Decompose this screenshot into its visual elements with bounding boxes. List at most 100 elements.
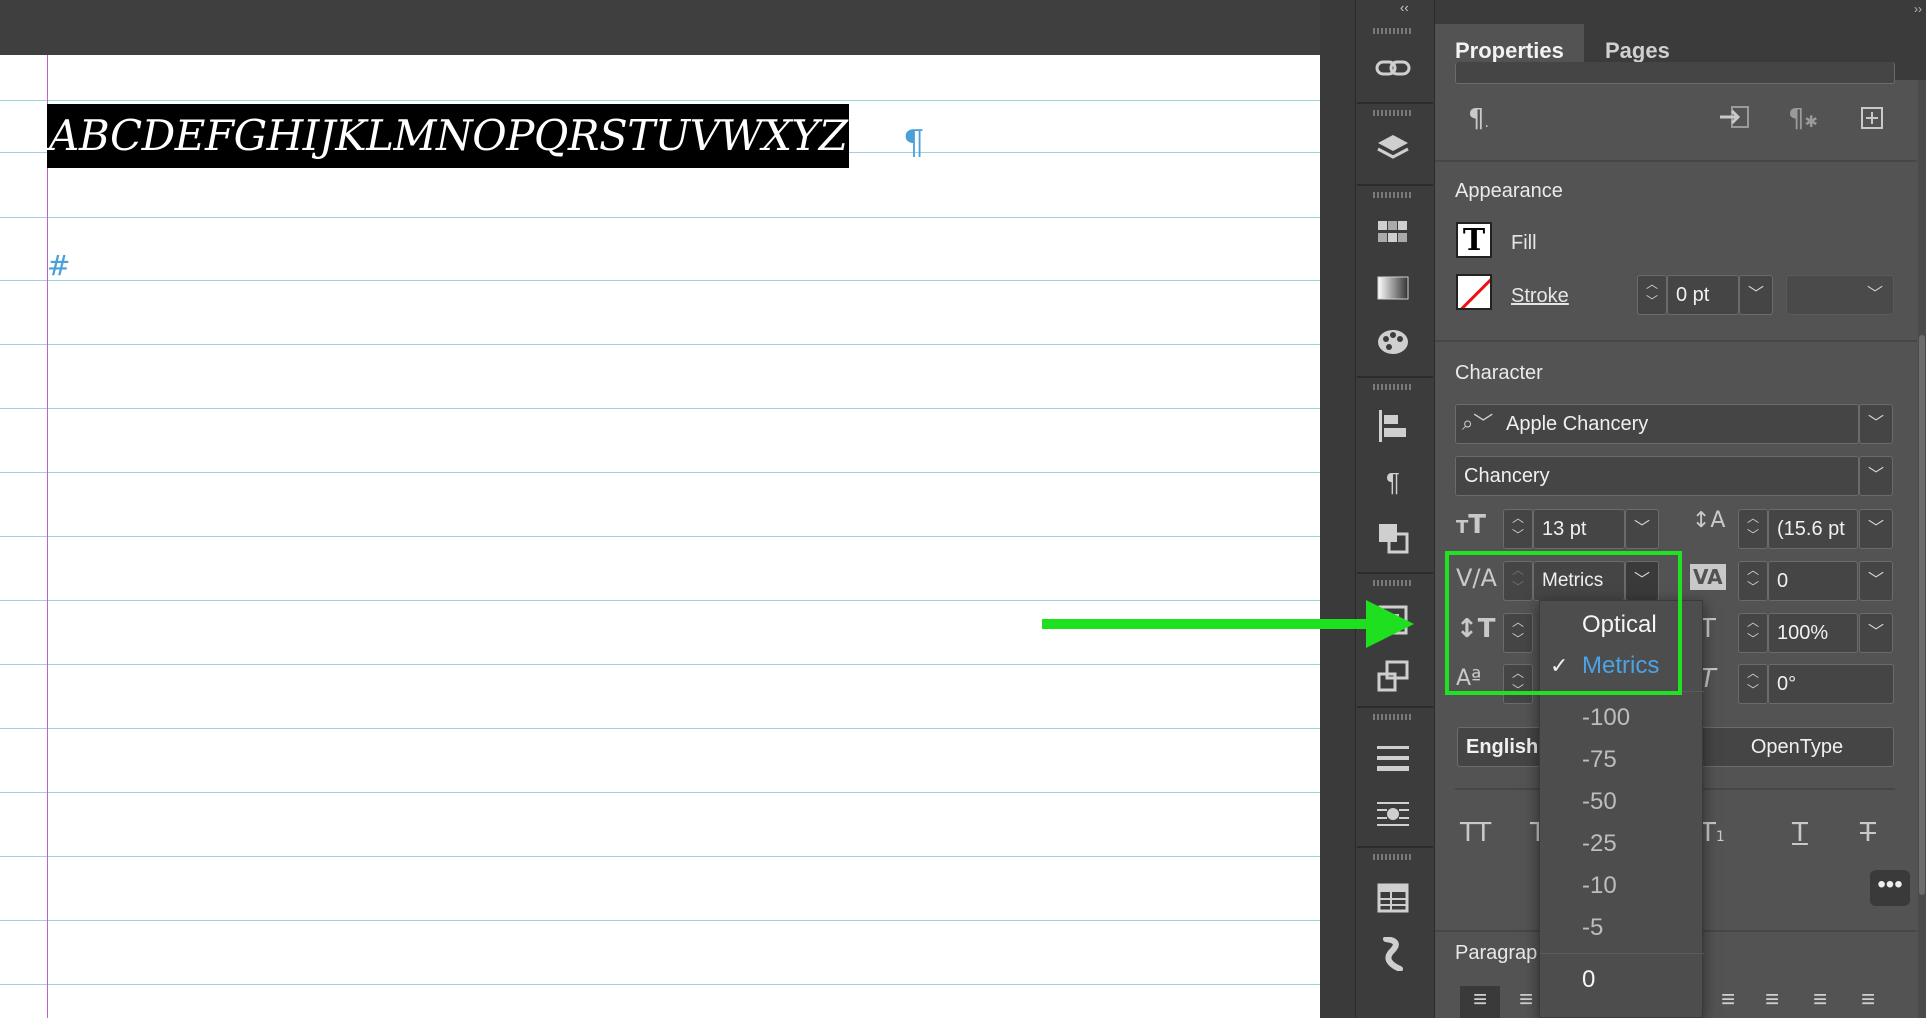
character-title: Character <box>1455 362 1543 384</box>
selected-text[interactable]: ABCDEFGHIJKLMNOPQRSTUVWXYZ <box>47 104 850 168</box>
grip-handle[interactable] <box>1373 580 1413 586</box>
pathfinder-icon[interactable] <box>1373 518 1413 558</box>
skew-stepper[interactable]: ︿ ﹀ <box>1738 664 1768 704</box>
object-styles-icon[interactable] <box>1373 656 1413 696</box>
search-icon: ⌕﹀ <box>1462 413 1494 435</box>
color-palette-icon[interactable] <box>1373 322 1413 362</box>
all-caps-icon[interactable]: TT <box>1460 818 1491 848</box>
pasteboard-edge <box>1320 0 1355 1018</box>
convert-icon[interactable] <box>1718 104 1752 139</box>
leading-icon: ↕A <box>1692 508 1726 533</box>
skew-input[interactable]: 0° <box>1768 664 1894 704</box>
stroke-label[interactable]: Stroke <box>1511 285 1569 308</box>
horizontal-scale-input[interactable]: 100% <box>1768 613 1858 653</box>
menu-item-minus-10[interactable]: -10 <box>1540 866 1704 906</box>
tracking-stepper[interactable]: ︿ ﹀ <box>1738 561 1768 601</box>
strip-divider <box>1357 184 1433 186</box>
leading-stepper[interactable]: ︿ ﹀ <box>1738 509 1768 549</box>
strip-divider <box>1357 846 1433 848</box>
paragraph-icon[interactable]: ¶ <box>1373 462 1413 502</box>
highlight-box <box>1445 551 1682 695</box>
font-family-field[interactable]: ⌕﹀ Apple Chancery <box>1455 404 1859 444</box>
tracking-input[interactable]: 0 <box>1768 561 1858 601</box>
font-size-stepper[interactable]: ︿ ﹀ <box>1503 509 1533 549</box>
script-icon[interactable] <box>1373 934 1413 974</box>
align-away-spine-icon[interactable]: ≡ <box>1848 986 1888 1018</box>
baseline-grid-line <box>0 600 1320 601</box>
fill-swatch[interactable]: T <box>1456 222 1492 258</box>
leading-dropdown[interactable]: ﹀ <box>1859 509 1893 549</box>
section-divider <box>1435 160 1917 162</box>
panel-scrollbar[interactable] <box>1918 80 1926 1018</box>
align-left-icon[interactable]: ≡ <box>1460 986 1500 1018</box>
menu-item-minus-25[interactable]: -25 <box>1540 824 1704 864</box>
tracking-dropdown[interactable]: ﹀ <box>1859 561 1893 601</box>
strip-divider <box>1357 376 1433 378</box>
font-style-field[interactable]: Chancery <box>1455 456 1859 496</box>
stroke-weight-input[interactable]: 0 pt <box>1667 275 1739 315</box>
font-size-dropdown[interactable]: ﹀ <box>1625 509 1659 549</box>
underline-icon[interactable]: T <box>1792 818 1808 848</box>
font-size-input[interactable]: 13 pt <box>1533 509 1625 549</box>
grip-handle[interactable] <box>1373 714 1413 720</box>
stroke-type-dropdown[interactable]: ﹀ <box>1786 275 1894 315</box>
paragraph-style-field[interactable] <box>1455 62 1895 84</box>
document-page[interactable]: ABCDEFGHIJKLMNOPQRSTUVWXYZ ¶ # <box>0 55 1320 1018</box>
menu-separator <box>1540 953 1704 954</box>
section-divider <box>1435 340 1917 342</box>
baseline-grid-line <box>0 920 1320 921</box>
baseline-grid-line <box>0 217 1320 218</box>
scrollbar-thumb[interactable] <box>1919 335 1925 895</box>
expand-panel-icon[interactable]: ›› <box>1914 2 1922 16</box>
swatches-icon[interactable] <box>1373 212 1413 252</box>
baseline-grid-line <box>0 856 1320 857</box>
margin-guide <box>47 55 48 1018</box>
annotation-arrow-icon <box>1366 600 1414 648</box>
grip-handle[interactable] <box>1373 854 1413 860</box>
font-style-dropdown[interactable]: ﹀ <box>1859 456 1893 496</box>
more-options-button[interactable]: ••• <box>1870 870 1910 906</box>
justify-all-icon[interactable]: ≡ <box>1708 986 1748 1018</box>
gradient-icon[interactable] <box>1373 268 1413 308</box>
clear-override-icon[interactable]: ¶✱ <box>1788 104 1818 134</box>
opentype-button[interactable]: OpenType <box>1700 727 1894 767</box>
grip-handle[interactable] <box>1373 110 1413 116</box>
paragraph-style-icon[interactable]: ¶. <box>1468 104 1489 134</box>
stroke-swatch[interactable] <box>1456 274 1492 310</box>
font-size-icon: TT <box>1456 510 1487 540</box>
layers-icon[interactable] <box>1373 128 1413 168</box>
horizontal-scale-stepper[interactable]: ︿ ﹀ <box>1738 613 1768 653</box>
justify-full-icon[interactable]: ≡ <box>1752 986 1792 1018</box>
horizontal-scale-dropdown[interactable]: ﹀ <box>1859 613 1893 653</box>
menu-item-minus-75[interactable]: -75 <box>1540 740 1704 780</box>
font-family-dropdown[interactable]: ﹀ <box>1859 404 1893 444</box>
grip-handle[interactable] <box>1373 384 1413 390</box>
table-icon[interactable] <box>1373 878 1413 918</box>
stroke-weight-stepper[interactable]: ︿ ﹀ <box>1637 275 1667 315</box>
stroke-icon[interactable] <box>1373 738 1413 778</box>
paragraph-title: Paragrap <box>1455 942 1538 964</box>
strikethrough-icon[interactable]: T <box>1860 818 1876 848</box>
links-icon[interactable] <box>1373 48 1413 88</box>
text-wrap-object-icon[interactable] <box>1373 794 1413 834</box>
stroke-weight-dropdown[interactable]: ﹀ <box>1739 275 1773 315</box>
grip-handle[interactable] <box>1373 28 1413 34</box>
new-style-icon[interactable] <box>1860 106 1884 137</box>
annotation-arrow-shaft <box>1042 619 1382 629</box>
menu-item-minus-50[interactable]: -50 <box>1540 782 1704 822</box>
menu-item-minus-100[interactable]: -100 <box>1540 698 1704 738</box>
indesign-window: ABCDEFGHIJKLMNOPQRSTUVWXYZ ¶ # ‹‹ ¶ ›› P… <box>0 0 1926 1018</box>
collapse-dock-icon[interactable]: ‹‹ <box>1400 0 1409 15</box>
baseline-grid-line <box>0 984 1320 985</box>
grip-handle[interactable] <box>1373 192 1413 198</box>
align-icon[interactable] <box>1373 406 1413 446</box>
pasteboard: ABCDEFGHIJKLMNOPQRSTUVWXYZ ¶ # <box>0 0 1355 1018</box>
menu-item-minus-5[interactable]: -5 <box>1540 908 1704 948</box>
strip-divider <box>1357 102 1433 104</box>
appearance-title: Appearance <box>1455 180 1563 202</box>
align-towards-spine-icon[interactable]: ≡ <box>1800 986 1840 1018</box>
leading-input[interactable]: (15.6 pt <box>1768 509 1858 549</box>
baseline-grid-line <box>0 664 1320 665</box>
menu-item-zero[interactable]: 0 <box>1540 960 1704 1000</box>
fill-label[interactable]: Fill <box>1511 232 1537 255</box>
